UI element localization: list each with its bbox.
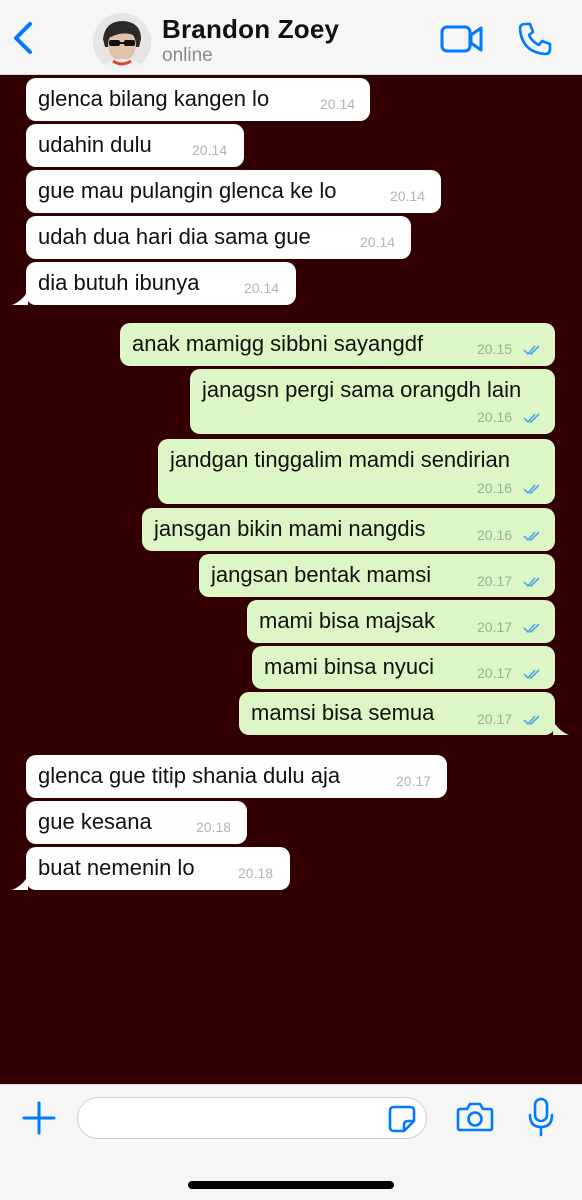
message-incoming[interactable]: glenca gue titip shania dulu aja 20.17 [26, 755, 447, 798]
message-text: gue mau pulangin glenca ke lo [38, 178, 337, 203]
chat-header: Brandon Zoey online [0, 0, 582, 75]
message-text: jangsan bentak mamsi [211, 562, 432, 587]
microphone-icon [528, 1097, 554, 1137]
message-time: 20.17 [477, 619, 513, 635]
message-time: 20.15 [477, 341, 513, 357]
message-incoming[interactable]: buat nemenin lo 20.18 [26, 847, 290, 890]
read-receipt-icon [523, 623, 540, 634]
message-outgoing[interactable]: jandgan tinggalim mamdi sendirian 20.16 [158, 439, 555, 504]
message-incoming[interactable]: udah dua hari dia sama gue 20.14 [26, 216, 411, 259]
message-text: anak mamigg sibbni sayangdf [132, 331, 424, 356]
bubble-tail-incoming [12, 876, 28, 890]
read-receipt-icon [523, 345, 540, 356]
plus-icon [22, 1101, 56, 1135]
message-text: buat nemenin lo [38, 855, 195, 880]
message-time: 20.17 [477, 711, 513, 727]
read-receipt-icon [523, 484, 540, 495]
contact-name[interactable]: Brandon Zoey [162, 14, 339, 45]
sticker-button[interactable] [388, 1105, 416, 1133]
message-outgoing[interactable]: jansgan bikin mami nangdis 20.16 [142, 508, 555, 551]
contact-status: online [162, 45, 213, 66]
message-time: 20.16 [477, 527, 513, 543]
voice-message-button[interactable] [527, 1097, 555, 1137]
voice-call-button[interactable] [516, 20, 554, 58]
message-outgoing[interactable]: janagsn pergi sama orangdh lain 20.16 [190, 369, 555, 434]
camera-button[interactable] [456, 1101, 494, 1133]
video-call-button[interactable] [440, 22, 484, 56]
message-time: 20.18 [238, 865, 274, 881]
bubble-tail-outgoing [553, 721, 569, 735]
attach-button[interactable] [20, 1099, 58, 1137]
message-input-bar [0, 1084, 582, 1200]
back-chevron-icon [14, 22, 32, 54]
message-text: udahin dulu [38, 132, 152, 157]
message-text: mami bisa majsak [259, 608, 436, 633]
message-incoming[interactable]: gue mau pulangin glenca ke lo 20.14 [26, 170, 441, 213]
home-indicator [188, 1181, 394, 1189]
chat-thread[interactable]: glenca bilang kangen lo 20.14 udahin dul… [0, 75, 582, 1084]
message-time: 20.17 [477, 665, 513, 681]
message-time: 20.17 [396, 773, 432, 789]
message-time: 20.16 [477, 409, 513, 425]
message-time: 20.14 [320, 96, 356, 112]
message-text: glenca bilang kangen lo [38, 86, 270, 111]
message-outgoing[interactable]: anak mamigg sibbni sayangdf 20.15 [120, 323, 555, 366]
message-text: gue kesana [38, 809, 152, 834]
message-text: mamsi bisa semua [251, 700, 435, 725]
read-receipt-icon [523, 669, 540, 680]
message-time: 20.16 [477, 480, 513, 496]
read-receipt-icon [523, 413, 540, 424]
message-text: dia butuh ibunya [38, 270, 200, 295]
read-receipt-icon [523, 577, 540, 588]
message-incoming[interactable]: gue kesana 20.18 [26, 801, 247, 844]
contact-avatar[interactable] [93, 13, 151, 71]
message-time: 20.14 [192, 142, 228, 158]
sticker-icon [388, 1105, 416, 1133]
message-outgoing[interactable]: mami bisa majsak 20.17 [247, 600, 555, 643]
message-text: udah dua hari dia sama gue [38, 224, 311, 249]
message-input[interactable] [77, 1097, 427, 1139]
bubble-tail-incoming [12, 291, 28, 305]
message-time: 20.18 [196, 819, 232, 835]
message-time: 20.14 [360, 234, 396, 250]
camera-icon [456, 1102, 494, 1132]
message-text: mami binsa nyuci [264, 654, 434, 679]
message-outgoing[interactable]: jangsan bentak mamsi 20.17 [199, 554, 555, 597]
read-receipt-icon [523, 531, 540, 542]
back-button[interactable] [8, 18, 40, 58]
message-text: janagsn pergi sama orangdh lain [202, 377, 522, 402]
message-time: 20.14 [244, 280, 280, 296]
message-outgoing[interactable]: mamsi bisa semua 20.17 [239, 692, 555, 735]
message-incoming[interactable]: glenca bilang kangen lo 20.14 [26, 78, 370, 121]
message-text: jandgan tinggalim mamdi sendirian [170, 447, 510, 472]
phone-icon [518, 22, 552, 56]
message-text: jansgan bikin mami nangdis [154, 516, 426, 541]
message-time: 20.17 [477, 573, 513, 589]
message-incoming[interactable]: udahin dulu 20.14 [26, 124, 244, 167]
message-incoming[interactable]: dia butuh ibunya 20.14 [26, 262, 296, 305]
message-outgoing[interactable]: mami binsa nyuci 20.17 [252, 646, 555, 689]
message-text: glenca gue titip shania dulu aja [38, 763, 341, 788]
read-receipt-icon [523, 715, 540, 726]
video-call-icon [440, 25, 483, 53]
message-time: 20.14 [390, 188, 426, 204]
